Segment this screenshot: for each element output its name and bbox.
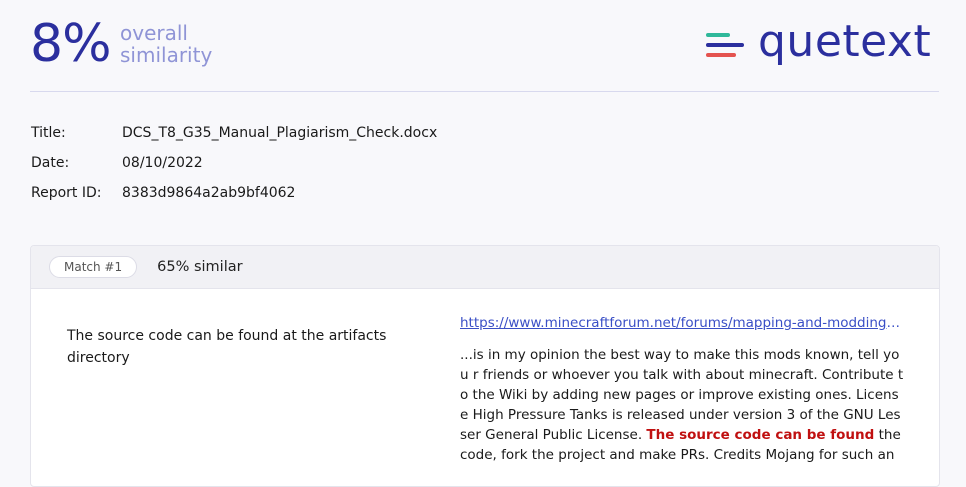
submitted-text: The source code can be found at the arti… — [67, 328, 387, 366]
meta-value-title: DCS_T8_G35_Manual_Plagiarism_Check.docx — [122, 125, 438, 141]
match-number-badge: Match #1 — [49, 256, 138, 278]
match-card-header: Match #1 65% similar — [31, 246, 939, 289]
header-divider — [30, 91, 939, 92]
meta-key: Title: — [31, 125, 66, 141]
meta-value-report-id: 8383d9864a2ab9bf4062 — [122, 185, 296, 201]
match-similarity: 65% similar — [157, 259, 243, 275]
report-metadata: Title: DCS_T8_G35_Manual_Plagiarism_Chec… — [31, 118, 437, 208]
logo-wordmark: quetext — [758, 16, 932, 67]
source-excerpt: ...is in my opinion the best way to make… — [460, 345, 904, 465]
similarity-label-line1: overall — [120, 21, 188, 45]
meta-key: Report ID: — [31, 185, 102, 201]
meta-row-title: Title: DCS_T8_G35_Manual_Plagiarism_Chec… — [31, 118, 437, 148]
meta-row-date: Date: 08/10/2022 — [31, 148, 437, 178]
source-text-highlight: The source code can be found — [646, 427, 875, 443]
quetext-logo[interactable]: quetext — [706, 18, 931, 72]
similarity-label-line2: similarity — [120, 43, 213, 67]
source-url-link[interactable]: https://www.minecraftforum.net/forums/ma… — [460, 315, 904, 331]
meta-key: Date: — [31, 155, 70, 171]
overall-similarity-label: overall similarity — [120, 22, 212, 66]
report-header: 8% overall similarity quetext — [0, 0, 966, 92]
match-card: Match #1 65% similar The source code can… — [30, 245, 940, 487]
overall-similarity-percent: 8% — [30, 14, 111, 74]
meta-row-report-id: Report ID: 8383d9864a2ab9bf4062 — [31, 178, 437, 208]
quetext-logo-icon — [706, 30, 746, 60]
meta-value-date: 08/10/2022 — [122, 155, 203, 171]
